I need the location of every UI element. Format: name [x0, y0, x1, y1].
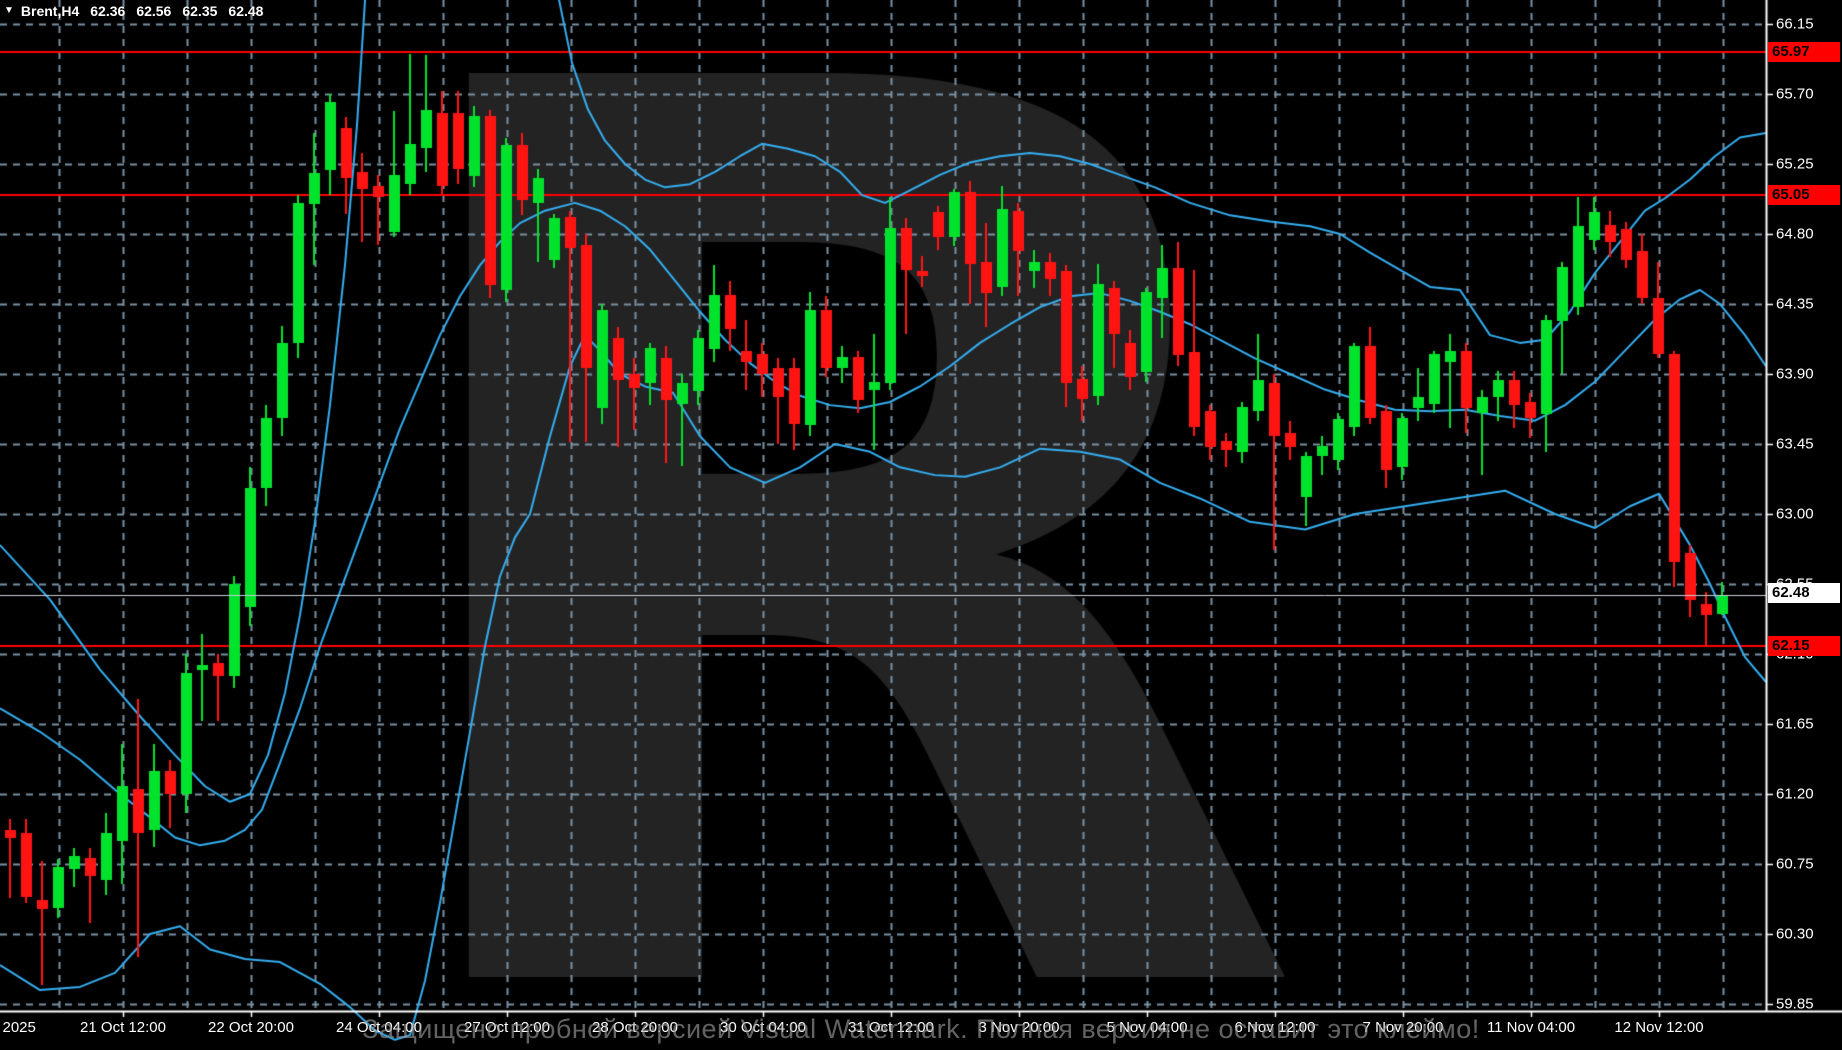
current-price-badge: 62.48 — [1768, 583, 1840, 603]
price-label: 61.65 — [1776, 716, 1814, 733]
chart-header: ▼ Brent,H4 62.36 62.56 62.35 62.48 — [4, 3, 263, 19]
time-label: 22 Oct 20:00 — [208, 1019, 294, 1036]
price-label: 63.90 — [1776, 366, 1814, 383]
trading-chart-window: ▼ Brent,H4 62.36 62.56 62.35 62.48 66.15… — [0, 0, 1842, 1050]
level-badge-65-97: 65.97 — [1768, 42, 1840, 62]
price-label: 65.25 — [1776, 156, 1814, 173]
price-label: 60.30 — [1776, 926, 1814, 943]
price-label: 65.70 — [1776, 86, 1814, 103]
price-label: 64.80 — [1776, 226, 1814, 243]
ohlc-close: 62.48 — [228, 3, 263, 19]
ohlc-high: 62.56 — [136, 3, 171, 19]
level-badge-65-05: 65.05 — [1768, 185, 1840, 205]
price-label: 63.45 — [1776, 436, 1814, 453]
watermark-trial-text: Защищено пробной версией Visual Watermar… — [362, 1014, 1479, 1045]
price-label: 64.35 — [1776, 296, 1814, 313]
price-label: 66.15 — [1776, 16, 1814, 33]
time-label: 21 Oct 12:00 — [80, 1019, 166, 1036]
symbol-dropdown-icon[interactable]: ▼ — [4, 4, 14, 18]
symbol-period-label: Brent,H4 — [21, 3, 79, 19]
ohlc-low: 62.35 — [182, 3, 217, 19]
time-label: 20 Oct 2025 — [0, 1019, 36, 1036]
ohlc-open: 62.36 — [90, 3, 125, 19]
time-label: 12 Nov 12:00 — [1614, 1019, 1703, 1036]
level-badge-62-15: 62.15 — [1768, 636, 1840, 656]
time-label: 11 Nov 04:00 — [1487, 1019, 1575, 1036]
price-label: 60.75 — [1776, 856, 1814, 873]
price-chart-canvas[interactable] — [0, 0, 1842, 1050]
price-label: 59.85 — [1776, 996, 1814, 1013]
price-label: 63.00 — [1776, 506, 1814, 523]
price-label: 61.20 — [1776, 786, 1814, 803]
